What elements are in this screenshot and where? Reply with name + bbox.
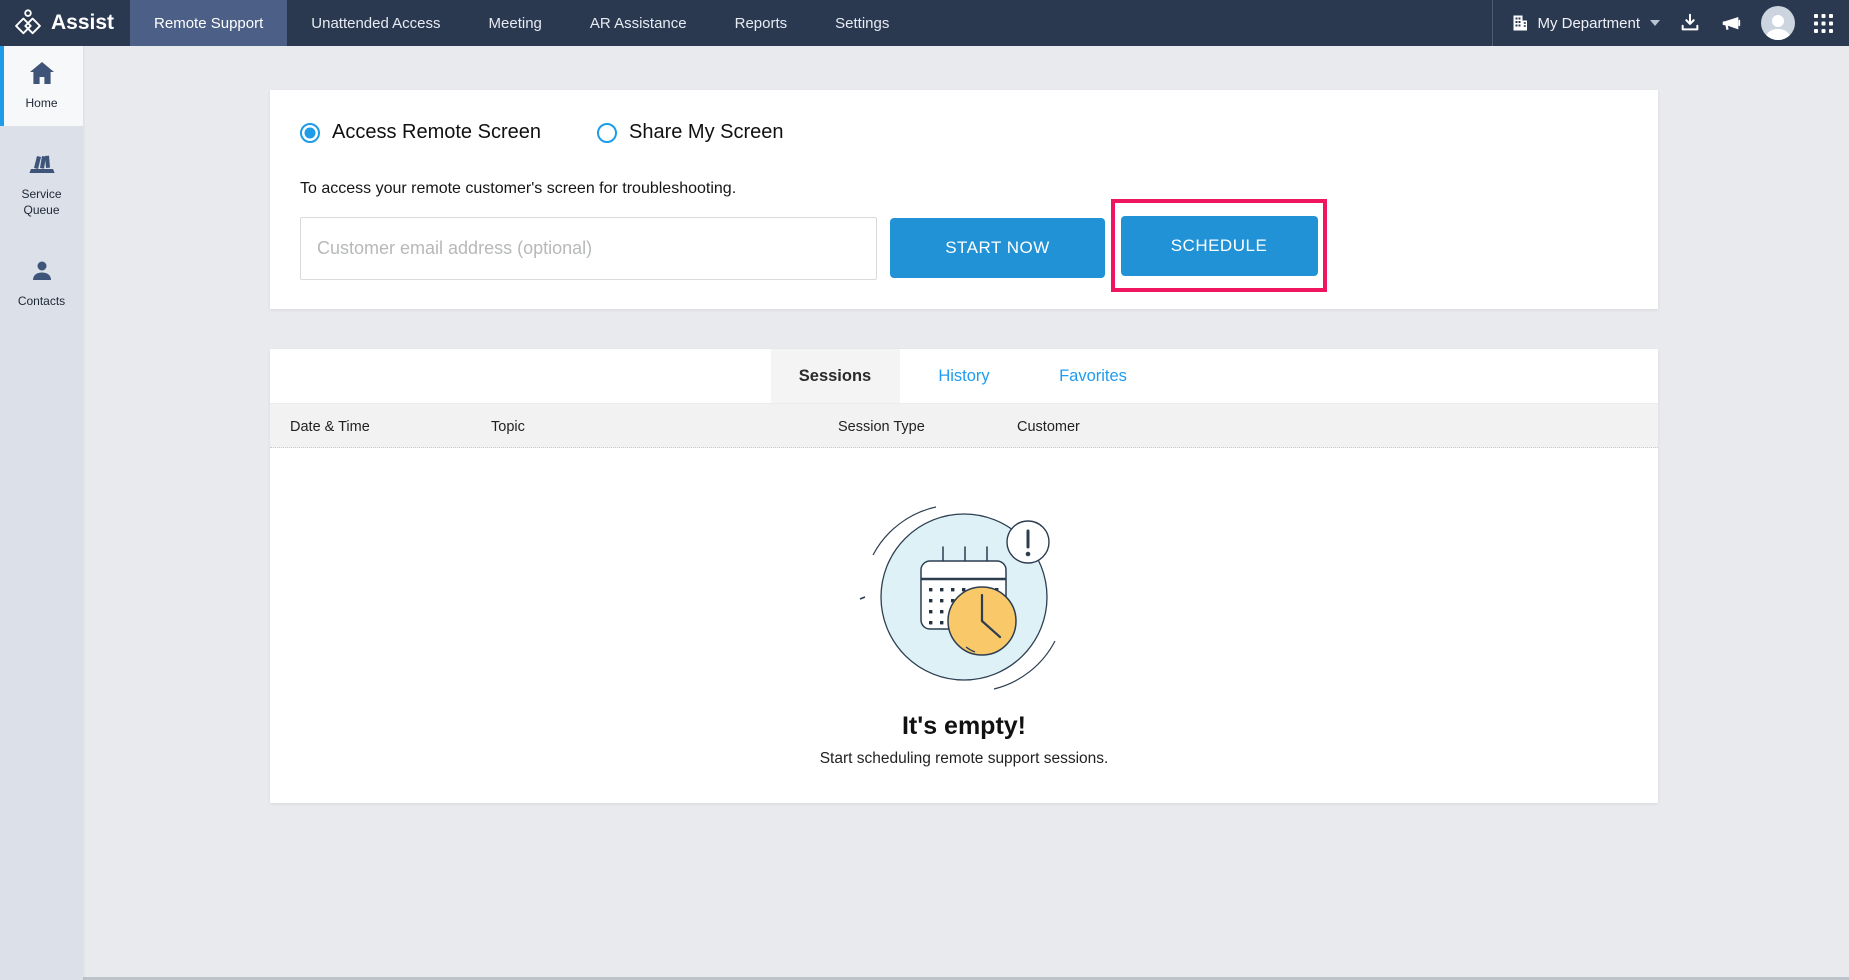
- app-brand[interactable]: Assist: [0, 0, 130, 46]
- start-now-button[interactable]: START NOW: [890, 218, 1105, 278]
- department-label: My Department: [1537, 15, 1640, 32]
- column-header-topic: Topic: [491, 404, 525, 449]
- sidebar-item-label: Contacts: [18, 294, 65, 310]
- access-remote-screen-radio[interactable]: Access Remote Screen: [300, 121, 541, 144]
- home-icon: [29, 61, 55, 90]
- sessions-table-header: Date & Time Topic Session Type Customer: [270, 403, 1658, 448]
- sidebar-item-home[interactable]: Home: [0, 46, 83, 126]
- radio-label: Access Remote Screen: [332, 121, 541, 144]
- sidebar-item-label: Service Queue: [3, 187, 80, 218]
- announcement-icon[interactable]: [1720, 12, 1742, 34]
- primary-nav: Remote Support Unattended Access Meeting…: [130, 0, 913, 46]
- nav-tab-unattended-access[interactable]: Unattended Access: [287, 0, 464, 46]
- nav-tab-reports[interactable]: Reports: [711, 0, 812, 46]
- session-description: To access your remote customer's screen …: [300, 180, 736, 198]
- sidebar-item-label: Home: [25, 96, 57, 112]
- building-icon: [1511, 14, 1529, 32]
- nav-tab-meeting[interactable]: Meeting: [465, 0, 566, 46]
- start-session-card: Access Remote Screen Share My Screen To …: [270, 90, 1658, 309]
- nav-tab-ar-assistance[interactable]: AR Assistance: [566, 0, 711, 46]
- nav-tab-settings[interactable]: Settings: [811, 0, 913, 46]
- avatar[interactable]: [1761, 6, 1795, 40]
- empty-state-title: It's empty!: [902, 712, 1026, 741]
- department-selector[interactable]: My Department: [1511, 14, 1660, 32]
- assist-logo-icon: [12, 7, 44, 39]
- tab-sessions[interactable]: Sessions: [771, 349, 900, 403]
- sessions-list-card: Sessions History Favorites Date & Time T…: [270, 349, 1658, 803]
- radio-unselected-icon[interactable]: [597, 123, 617, 143]
- service-queue-icon: [28, 152, 56, 181]
- column-header-session-type: Session Type: [838, 404, 925, 449]
- chevron-down-icon: [1650, 20, 1660, 26]
- left-sidebar: Home Service Queue Contacts: [0, 46, 83, 980]
- download-icon[interactable]: [1679, 12, 1701, 34]
- share-my-screen-radio[interactable]: Share My Screen: [597, 121, 784, 144]
- column-header-customer: Customer: [1017, 404, 1080, 449]
- tab-favorites[interactable]: Favorites: [1029, 349, 1158, 403]
- app-brand-label: Assist: [51, 11, 114, 35]
- apps-grid-icon[interactable]: [1814, 14, 1833, 33]
- radio-selected-icon[interactable]: [300, 123, 320, 143]
- empty-state-subtitle: Start scheduling remote support sessions…: [820, 750, 1109, 768]
- empty-state: It's empty! Start scheduling remote supp…: [270, 448, 1658, 768]
- top-navbar: Assist Remote Support Unattended Access …: [0, 0, 1849, 46]
- empty-calendar-clock-illustration: [848, 500, 1080, 705]
- session-mode-radios: Access Remote Screen Share My Screen: [300, 121, 784, 144]
- sidebar-item-contacts[interactable]: Contacts: [0, 244, 83, 324]
- tab-history[interactable]: History: [900, 349, 1029, 403]
- contacts-icon: [30, 259, 54, 288]
- customer-email-input[interactable]: [300, 217, 877, 280]
- radio-label: Share My Screen: [629, 121, 784, 144]
- nav-tab-remote-support[interactable]: Remote Support: [130, 0, 287, 46]
- sidebar-item-service-queue[interactable]: Service Queue: [0, 142, 83, 228]
- schedule-button[interactable]: SCHEDULE: [1121, 216, 1318, 276]
- sessions-tabs: Sessions History Favorites: [270, 349, 1658, 403]
- navbar-right-section: My Department: [1492, 0, 1849, 46]
- column-header-date-time: Date & Time: [290, 404, 370, 449]
- schedule-annotation-highlight: SCHEDULE: [1111, 199, 1327, 292]
